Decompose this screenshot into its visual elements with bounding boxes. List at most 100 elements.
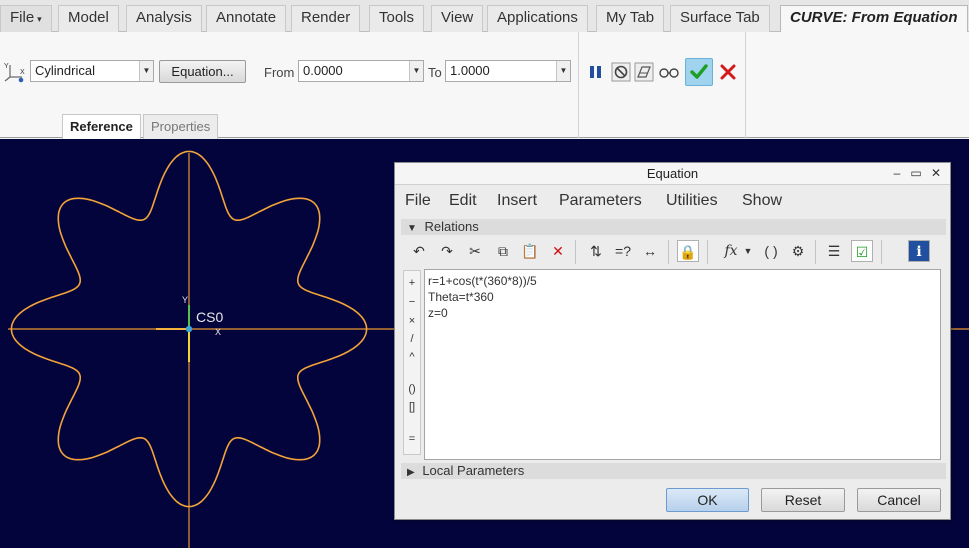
evaluate-icon[interactable]: =? xyxy=(612,240,634,262)
menu-parameters[interactable]: Parameters xyxy=(559,192,642,210)
tab-model[interactable]: Model xyxy=(58,5,119,32)
equation-line: r=1+cos(t*(360*8))/5 xyxy=(428,274,537,288)
tab-reference[interactable]: Reference xyxy=(62,114,141,139)
undo-icon[interactable]: ↶ xyxy=(408,240,430,262)
from-value: 0.0000 xyxy=(303,63,343,78)
no-preview-icon[interactable] xyxy=(610,61,632,83)
maximize-icon[interactable]: ▭ xyxy=(908,165,924,182)
redo-icon[interactable]: ↷ xyxy=(436,240,458,262)
glasses-icon[interactable] xyxy=(657,61,679,83)
relations-label: Relations xyxy=(424,219,479,234)
equals-operator-button[interactable]: = xyxy=(404,433,420,445)
insert-parameter-icon[interactable]: ⚙ xyxy=(787,240,809,262)
coordinate-system-icon: Y X xyxy=(4,61,28,83)
tab-surface-tab[interactable]: Surface Tab xyxy=(670,5,770,32)
dialog-title-bar: Equation – ▭ ✕ xyxy=(395,163,950,185)
menu-edit[interactable]: Edit xyxy=(449,192,477,210)
tab-analysis[interactable]: Analysis xyxy=(126,5,202,32)
svg-text:X: X xyxy=(20,69,25,76)
tab-annotate[interactable]: Annotate xyxy=(206,5,287,32)
tab-curve-from-equation[interactable]: CURVE: From Equation xyxy=(780,5,968,33)
multiply-operator-button[interactable]: × xyxy=(404,315,420,327)
delete-icon[interactable]: ✕ xyxy=(547,240,569,262)
coordinate-type-value: Cylindrical xyxy=(35,63,95,78)
to-label: To xyxy=(428,65,442,80)
csys-label: CS0 xyxy=(196,309,223,325)
to-value-select[interactable]: 1.0000 ▼ xyxy=(445,60,571,82)
pause-icon[interactable] xyxy=(585,61,607,83)
csys-y-label: Y xyxy=(182,295,188,305)
local-parameters-section-header[interactable]: ▶ Local Parameters xyxy=(401,463,946,479)
to-value: 1.0000 xyxy=(450,63,490,78)
measure-icon[interactable]: ↔ xyxy=(639,240,661,262)
relations-editor[interactable]: r=1+cos(t*(360*8))/5 Theta=t*360 z=0 xyxy=(424,269,941,460)
equation-line: z=0 xyxy=(428,306,448,320)
ribbon-panel: Y X Cylindrical ▼ Equation... From 0.000… xyxy=(0,32,969,139)
verify-icon[interactable]: 🔒 xyxy=(677,240,699,262)
brackets-operator-button[interactable]: [] xyxy=(404,401,420,413)
sort-relations-icon[interactable]: ⇅ xyxy=(585,240,607,262)
app-window: File ▾ Model Analysis Annotate Render Too… xyxy=(0,0,969,548)
chevron-down-icon: ▼ xyxy=(409,61,423,81)
tab-render[interactable]: Render xyxy=(291,5,361,32)
chevron-right-icon: ▶ xyxy=(407,467,415,478)
info-icon[interactable]: i xyxy=(908,240,930,262)
cancel-button[interactable]: Cancel xyxy=(857,488,941,512)
power-operator-button[interactable]: ^ xyxy=(404,351,420,363)
coordinate-type-select[interactable]: Cylindrical ▼ xyxy=(30,60,154,82)
close-icon[interactable]: ✕ xyxy=(928,165,944,182)
ok-button[interactable]: OK xyxy=(666,488,749,512)
menu-show[interactable]: Show xyxy=(742,192,782,210)
chevron-down-icon: ▼ xyxy=(556,61,570,81)
equation-line: Theta=t*360 xyxy=(428,290,494,304)
show-list-icon[interactable]: ☰ xyxy=(823,240,845,262)
equation-button[interactable]: Equation... xyxy=(159,60,246,83)
chevron-down-icon[interactable]: ▼ xyxy=(742,240,754,262)
menu-file[interactable]: File xyxy=(405,192,431,210)
minus-operator-button[interactable]: − xyxy=(404,296,420,308)
menu-insert[interactable]: Insert xyxy=(497,192,537,210)
brackets-icon[interactable]: ( ) xyxy=(760,240,782,262)
cut-icon[interactable]: ✂ xyxy=(464,240,486,262)
toolbar-separator xyxy=(881,240,882,264)
ribbon-separator xyxy=(578,32,579,138)
tab-my-tab[interactable]: My Tab xyxy=(596,5,665,32)
svg-text:Y: Y xyxy=(4,63,9,70)
toolbar-separator xyxy=(707,240,708,264)
tab-applications[interactable]: Applications xyxy=(487,5,588,32)
toolbar-separator xyxy=(815,240,816,264)
chevron-down-icon: ▼ xyxy=(139,61,153,81)
equation-dialog: Equation – ▭ ✕ File Edit Insert Paramete… xyxy=(394,162,951,520)
ribbon-tab-bar: File ▾ Model Analysis Annotate Render Too… xyxy=(0,0,969,33)
minimize-icon[interactable]: – xyxy=(889,165,905,182)
verify-relations-icon[interactable]: ☑ xyxy=(851,240,873,262)
chevron-down-icon: ▼ xyxy=(407,223,417,234)
dialog-menu-bar: File Edit Insert Parameters Utilities Sh… xyxy=(395,188,950,214)
copy-icon[interactable]: ⧉ xyxy=(492,240,514,262)
from-label: From xyxy=(264,65,295,80)
menu-utilities[interactable]: Utilities xyxy=(666,192,718,210)
plus-operator-button[interactable]: + xyxy=(404,277,420,289)
tab-file[interactable]: File ▾ xyxy=(0,5,52,32)
chevron-down-icon: ▾ xyxy=(37,14,42,24)
relations-toolbar: ↶ ↷ ✂ ⧉ 📋 ✕ ⇅ =? ↔ 🔒 fx ▼ ( ) ⚙ ☰ ☑ i xyxy=(402,237,939,267)
dialog-title: Equation xyxy=(646,166,699,181)
function-icon[interactable]: fx xyxy=(720,240,742,262)
tab-view[interactable]: View xyxy=(431,5,484,32)
toolbar-separator xyxy=(575,240,576,264)
relations-section-header[interactable]: ▼ Relations xyxy=(401,219,946,235)
tab-tools[interactable]: Tools xyxy=(369,5,425,32)
tab-properties[interactable]: Properties xyxy=(143,114,219,139)
reset-button[interactable]: Reset xyxy=(761,488,845,512)
toolbar-separator xyxy=(668,240,669,264)
feature-preview-icon[interactable] xyxy=(633,61,655,83)
local-parameters-label: Local Parameters xyxy=(422,463,525,478)
divide-operator-button[interactable]: / xyxy=(404,333,420,345)
parentheses-operator-button[interactable]: () xyxy=(404,383,420,395)
cancel-x-icon[interactable] xyxy=(717,61,739,83)
from-value-select[interactable]: 0.0000 ▼ xyxy=(298,60,424,82)
ribbon-separator xyxy=(745,32,746,138)
accept-check-icon[interactable] xyxy=(685,58,713,86)
operator-column: + − × / ^ () [] = xyxy=(403,270,421,455)
paste-icon[interactable]: 📋 xyxy=(519,240,541,262)
